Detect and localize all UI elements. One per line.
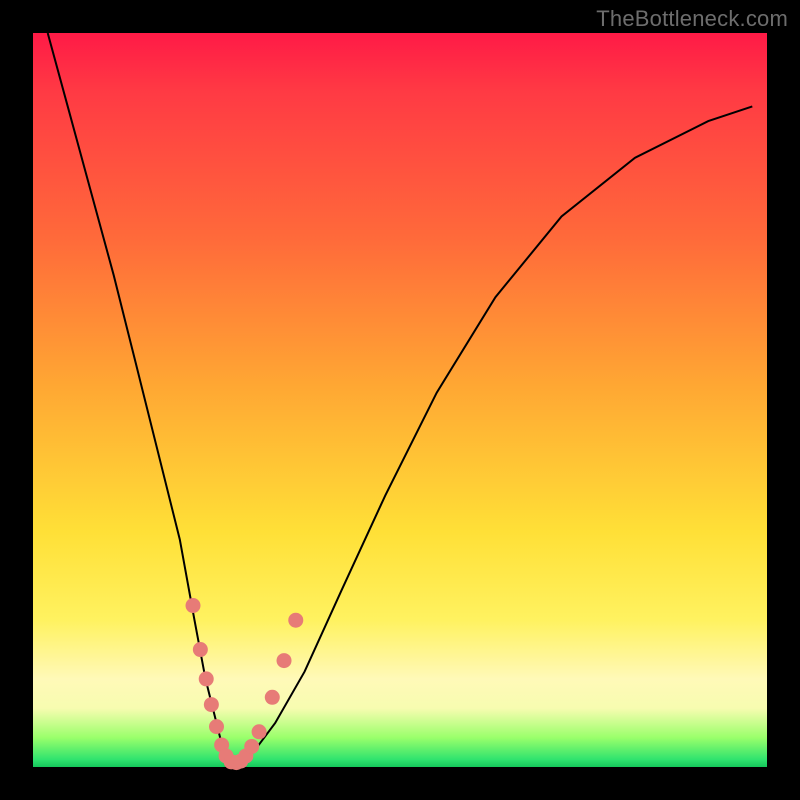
marker-pill	[310, 541, 317, 568]
marker-dot	[209, 719, 224, 734]
marker-group	[177, 526, 318, 770]
curve-svg	[33, 33, 767, 767]
marker-dot	[265, 690, 280, 705]
marker-dot	[288, 613, 303, 628]
marker-dot	[277, 653, 292, 668]
watermark-text: TheBottleneck.com	[596, 6, 788, 32]
chart-frame: TheBottleneck.com	[0, 0, 800, 800]
marker-dot	[244, 739, 259, 754]
marker-dot	[204, 697, 219, 712]
bottleneck-curve	[48, 33, 753, 763]
marker-dot	[193, 642, 208, 657]
marker-dot	[186, 598, 201, 613]
marker-dot	[199, 671, 214, 686]
marker-dot	[252, 724, 267, 739]
plot-area	[33, 33, 767, 767]
marker-pill	[302, 570, 310, 597]
